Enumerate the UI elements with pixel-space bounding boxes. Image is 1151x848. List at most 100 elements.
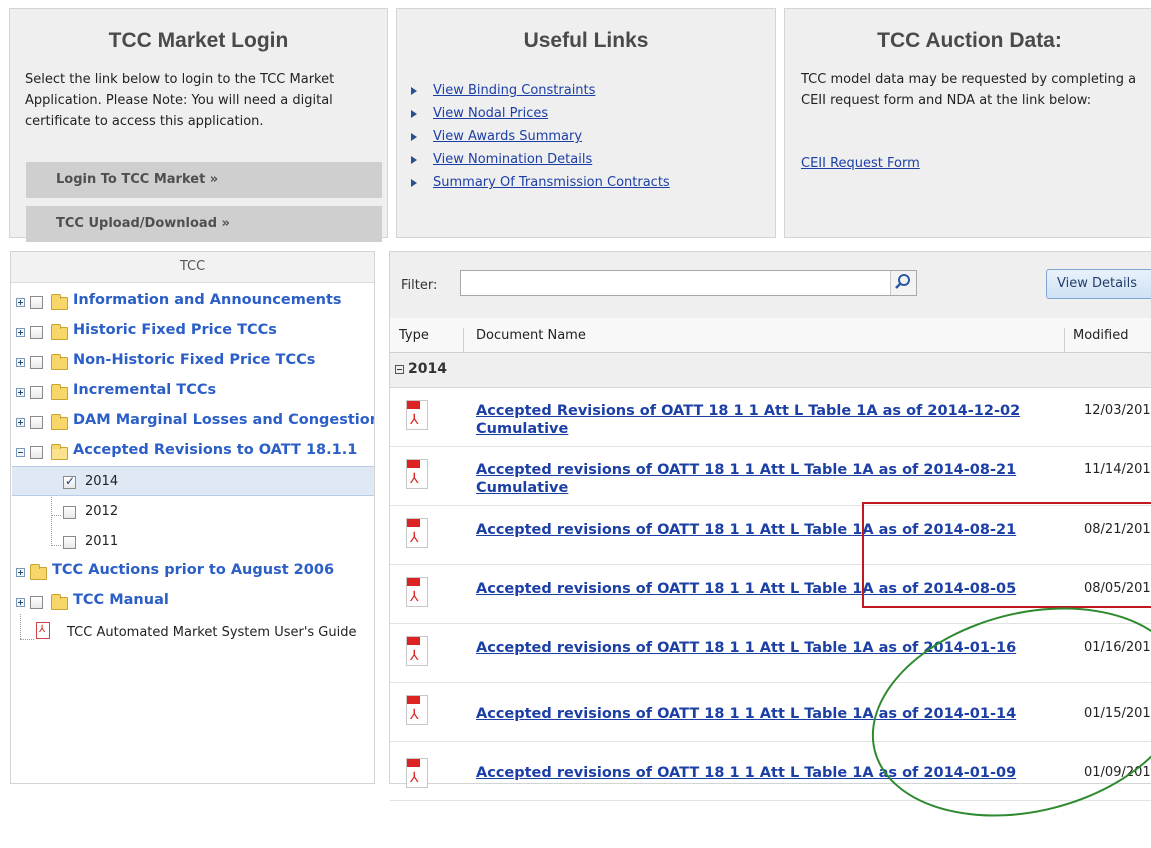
group-label: 2014: [408, 361, 447, 377]
column-type[interactable]: Type: [399, 328, 429, 343]
filter-label: Filter:: [401, 278, 438, 293]
tree-item-label[interactable]: Information and Announcements: [73, 292, 342, 308]
auction-data-description: TCC model data may be requested by compl…: [801, 72, 1137, 108]
red-highlight-box: [862, 502, 1151, 608]
expand-icon[interactable]: [16, 298, 25, 307]
search-icon[interactable]: [890, 271, 916, 295]
pdf-icon: ⅄: [406, 400, 428, 430]
pdf-icon: ⅄: [406, 577, 428, 607]
tree-item-label[interactable]: Incremental TCCs: [73, 382, 216, 398]
tree-item-2011[interactable]: 2011: [11, 527, 374, 557]
tree-item-label[interactable]: TCC Automated Market System User's Guide: [67, 625, 356, 640]
expand-icon[interactable]: [16, 568, 25, 577]
pdf-icon: ⅄: [406, 636, 428, 666]
tree-item-label[interactable]: DAM Marginal Losses and Congestion: [73, 412, 374, 428]
filter-input[interactable]: [460, 270, 917, 296]
checkbox[interactable]: [30, 356, 43, 369]
tree-item-label[interactable]: 2012: [85, 504, 118, 519]
tree-item-label[interactable]: 2011: [85, 534, 118, 549]
folder-icon: [51, 414, 68, 430]
login-button[interactable]: Login To TCC Market »: [26, 162, 382, 198]
checkbox[interactable]: [30, 326, 43, 339]
auction-data-panel: TCC Auction Data: TCC model data may be …: [784, 8, 1151, 238]
tree-item[interactable]: Information and Announcements: [11, 287, 374, 317]
checkbox[interactable]: [30, 446, 43, 459]
link-item: View Awards Summary: [397, 125, 670, 148]
checkbox[interactable]: [30, 416, 43, 429]
tree-item-label[interactable]: Historic Fixed Price TCCs: [73, 322, 277, 338]
bullet-arrow-icon: [411, 156, 417, 164]
checkbox[interactable]: [30, 386, 43, 399]
document-row[interactable]: ⅄ Accepted revisions of OATT 18 1 1 Att …: [390, 447, 1151, 506]
tree-header: TCC: [11, 252, 374, 283]
collapse-icon[interactable]: [395, 365, 404, 374]
folder-icon: [51, 324, 68, 340]
nomination-details-link[interactable]: View Nomination Details: [433, 152, 592, 167]
tree-item-label[interactable]: 2014: [85, 474, 118, 489]
folder-icon: [30, 564, 47, 580]
upload-download-button[interactable]: TCC Upload/Download »: [26, 206, 382, 242]
tree-item[interactable]: Historic Fixed Price TCCs: [11, 317, 374, 347]
checkbox[interactable]: [63, 506, 76, 519]
expand-icon[interactable]: [16, 388, 25, 397]
bullet-arrow-icon: [411, 87, 417, 95]
filter-bar: Filter: View Details: [390, 252, 1151, 319]
expand-icon[interactable]: [16, 418, 25, 427]
tcc-tree: TCC Information and Announcements Histor…: [10, 251, 375, 784]
document-link[interactable]: Accepted Revisions of OATT 18 1 1 Att L …: [476, 402, 1020, 438]
view-details-button[interactable]: View Details: [1046, 269, 1151, 299]
ceii-request-link[interactable]: CEII Request Form: [801, 153, 920, 174]
link-item: Summary Of Transmission Contracts: [397, 171, 670, 194]
modified-date: 12/03/2014: [1084, 403, 1151, 418]
checkbox-checked[interactable]: [63, 474, 76, 489]
collapse-icon[interactable]: [16, 448, 25, 457]
column-modified[interactable]: Modified: [1073, 328, 1128, 343]
document-link[interactable]: Accepted revisions of OATT 18 1 1 Att L …: [476, 461, 1016, 497]
document-row[interactable]: ⅄ Accepted Revisions of OATT 18 1 1 Att …: [390, 388, 1151, 447]
group-row-2014[interactable]: 2014: [390, 353, 1151, 388]
checkbox[interactable]: [30, 296, 43, 309]
tree-item-label[interactable]: TCC Manual: [73, 592, 169, 608]
tree-item[interactable]: TCC Manual: [11, 587, 374, 617]
tree-item[interactable]: Incremental TCCs: [11, 377, 374, 407]
useful-links-list: View Binding Constraints View Nodal Pric…: [397, 79, 670, 194]
login-panel: TCC Market Login Select the link below t…: [9, 8, 388, 242]
link-item: View Binding Constraints: [397, 79, 670, 102]
link-item: View Nodal Prices: [397, 102, 670, 125]
tree-item[interactable]: TCC Auctions prior to August 2006: [11, 557, 374, 587]
nodal-prices-link[interactable]: View Nodal Prices: [433, 106, 548, 121]
checkbox[interactable]: [63, 536, 76, 549]
bullet-arrow-icon: [411, 179, 417, 187]
tree-item-label[interactable]: Accepted Revisions to OATT 18.1.1: [73, 442, 357, 458]
open-folder-icon: [51, 444, 68, 460]
pdf-icon: ⅄: [406, 695, 428, 725]
bullet-arrow-icon: [411, 133, 417, 141]
tree-item-label[interactable]: Non-Historic Fixed Price TCCs: [73, 352, 315, 368]
tree-item-2012[interactable]: 2012: [11, 497, 374, 527]
useful-links-panel: Useful Links View Binding Constraints Vi…: [396, 8, 776, 238]
tree-item-2014[interactable]: 2014: [11, 467, 374, 497]
folder-icon: [51, 594, 68, 610]
folder-icon: [51, 354, 68, 370]
expand-icon[interactable]: [16, 358, 25, 367]
column-document-name[interactable]: Document Name: [476, 328, 586, 343]
pdf-icon: ⅄: [406, 518, 428, 548]
useful-links-title: Useful Links: [523, 29, 649, 52]
folder-icon: [51, 384, 68, 400]
transmission-contracts-link[interactable]: Summary Of Transmission Contracts: [433, 175, 670, 190]
column-header-row: Type Document Name Modified: [390, 318, 1151, 362]
binding-constraints-link[interactable]: View Binding Constraints: [433, 83, 595, 98]
auction-data-title: TCC Auction Data:: [877, 29, 1062, 52]
tree-item[interactable]: ⅄ TCC Automated Market System User's Gui…: [11, 617, 374, 647]
checkbox[interactable]: [30, 596, 43, 609]
link-item: View Nomination Details: [397, 148, 670, 171]
pdf-icon: ⅄: [36, 622, 50, 639]
tree-item[interactable]: Non-Historic Fixed Price TCCs: [11, 347, 374, 377]
tree-item[interactable]: DAM Marginal Losses and Congestion: [11, 407, 374, 437]
expand-icon[interactable]: [16, 328, 25, 337]
expand-icon[interactable]: [16, 598, 25, 607]
login-panel-description: Select the link below to login to the TC…: [25, 72, 335, 129]
awards-summary-link[interactable]: View Awards Summary: [433, 129, 582, 144]
tree-item[interactable]: Accepted Revisions to OATT 18.1.1: [11, 437, 374, 467]
tree-item-label[interactable]: TCC Auctions prior to August 2006: [52, 562, 334, 578]
